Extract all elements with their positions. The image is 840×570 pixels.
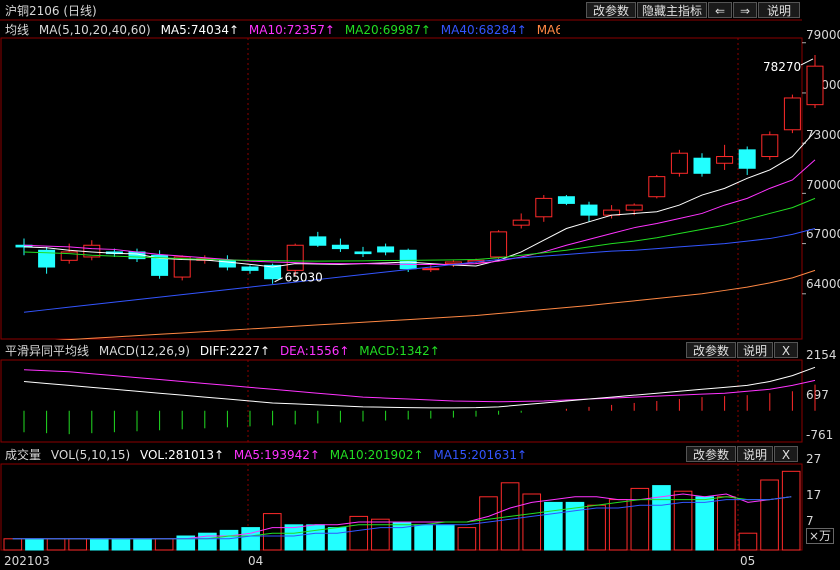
volume-bar	[46, 538, 66, 551]
candle-body	[490, 231, 508, 258]
ma-line-ma5	[23, 131, 816, 268]
ma-line-ma60	[54, 269, 816, 340]
volume-bar	[327, 527, 347, 551]
volume-bar	[695, 496, 715, 551]
volume-bar	[154, 538, 174, 551]
candle-body	[580, 204, 598, 216]
volume-bar	[781, 470, 801, 551]
volume-bar	[717, 496, 736, 551]
high-price-pointer	[800, 58, 814, 66]
volume-bar	[760, 479, 779, 551]
volume-bar	[284, 524, 304, 551]
macd-chart	[0, 359, 816, 443]
candle-body	[512, 219, 530, 226]
candle-body	[535, 197, 553, 218]
candle-body	[422, 268, 440, 271]
volume-bar	[89, 538, 109, 551]
volume-bar	[587, 504, 606, 551]
volume-bar	[219, 529, 239, 551]
x-label-05: 05	[740, 554, 756, 568]
diff-line	[23, 366, 816, 409]
dea-line	[23, 369, 816, 403]
volume-bar	[349, 515, 369, 551]
candle-body	[648, 176, 666, 198]
volume-bar	[652, 485, 671, 551]
price-panel: 沪铜2106 (日线) 改参数 隐藏主指标 ⇐ ⇒ 说明 均线 MA(5,10,…	[0, 0, 840, 340]
candle-body	[377, 246, 395, 253]
candle-body	[241, 266, 259, 271]
ma-line-ma10	[23, 159, 816, 266]
high-price-label: 78270	[763, 60, 801, 74]
volume-chart	[0, 463, 803, 551]
candle-body	[331, 244, 349, 250]
volume-panel: 成交量 VOL(5,10,15) VOL:281013↑ MA5:193942↑…	[0, 444, 840, 570]
candle-body	[761, 134, 779, 158]
chart-window: 沪铜2106 (日线) 改参数 隐藏主指标 ⇐ ⇒ 说明 均线 MA(5,10,…	[0, 0, 840, 570]
volume-bar	[738, 532, 758, 551]
volume-bar	[435, 524, 455, 551]
candle-body	[806, 65, 824, 106]
volume-bar	[457, 527, 477, 551]
x-label-202103: 202103	[4, 554, 50, 568]
candle-body	[625, 204, 643, 211]
candle-body	[399, 249, 417, 270]
volume-bar	[371, 518, 390, 551]
candle-body	[783, 97, 801, 131]
candle-body	[286, 244, 304, 271]
volume-bar	[68, 538, 87, 551]
candle-body	[670, 152, 688, 174]
price-chart: 78270 65030	[0, 19, 824, 340]
ma-line-ma40	[23, 228, 816, 313]
volume-bar	[306, 524, 325, 551]
volume-bar	[262, 513, 282, 551]
volume-bar	[241, 527, 260, 551]
x-label-04: 04	[248, 554, 264, 568]
volume-bar	[392, 521, 412, 551]
price-frame	[0, 37, 803, 340]
volume-bar	[133, 538, 152, 551]
volume-bar	[25, 538, 44, 551]
volume-bar	[630, 487, 650, 551]
volume-bar	[3, 538, 23, 551]
candle-body	[693, 157, 711, 174]
macd-frame	[0, 359, 803, 443]
macd-panel: 平滑异同平均线 MACD(12,26,9) DIFF:2227↑ DEA:155…	[0, 340, 840, 444]
candle-body	[716, 156, 734, 164]
candle-body	[738, 149, 756, 169]
candle-body	[354, 251, 372, 255]
volume-bar	[111, 538, 131, 551]
volume-bar	[479, 496, 498, 551]
candle-body	[557, 196, 575, 204]
candle-body	[309, 236, 327, 246]
low-price-label: 65030	[285, 271, 323, 285]
volume-bar	[414, 524, 433, 551]
